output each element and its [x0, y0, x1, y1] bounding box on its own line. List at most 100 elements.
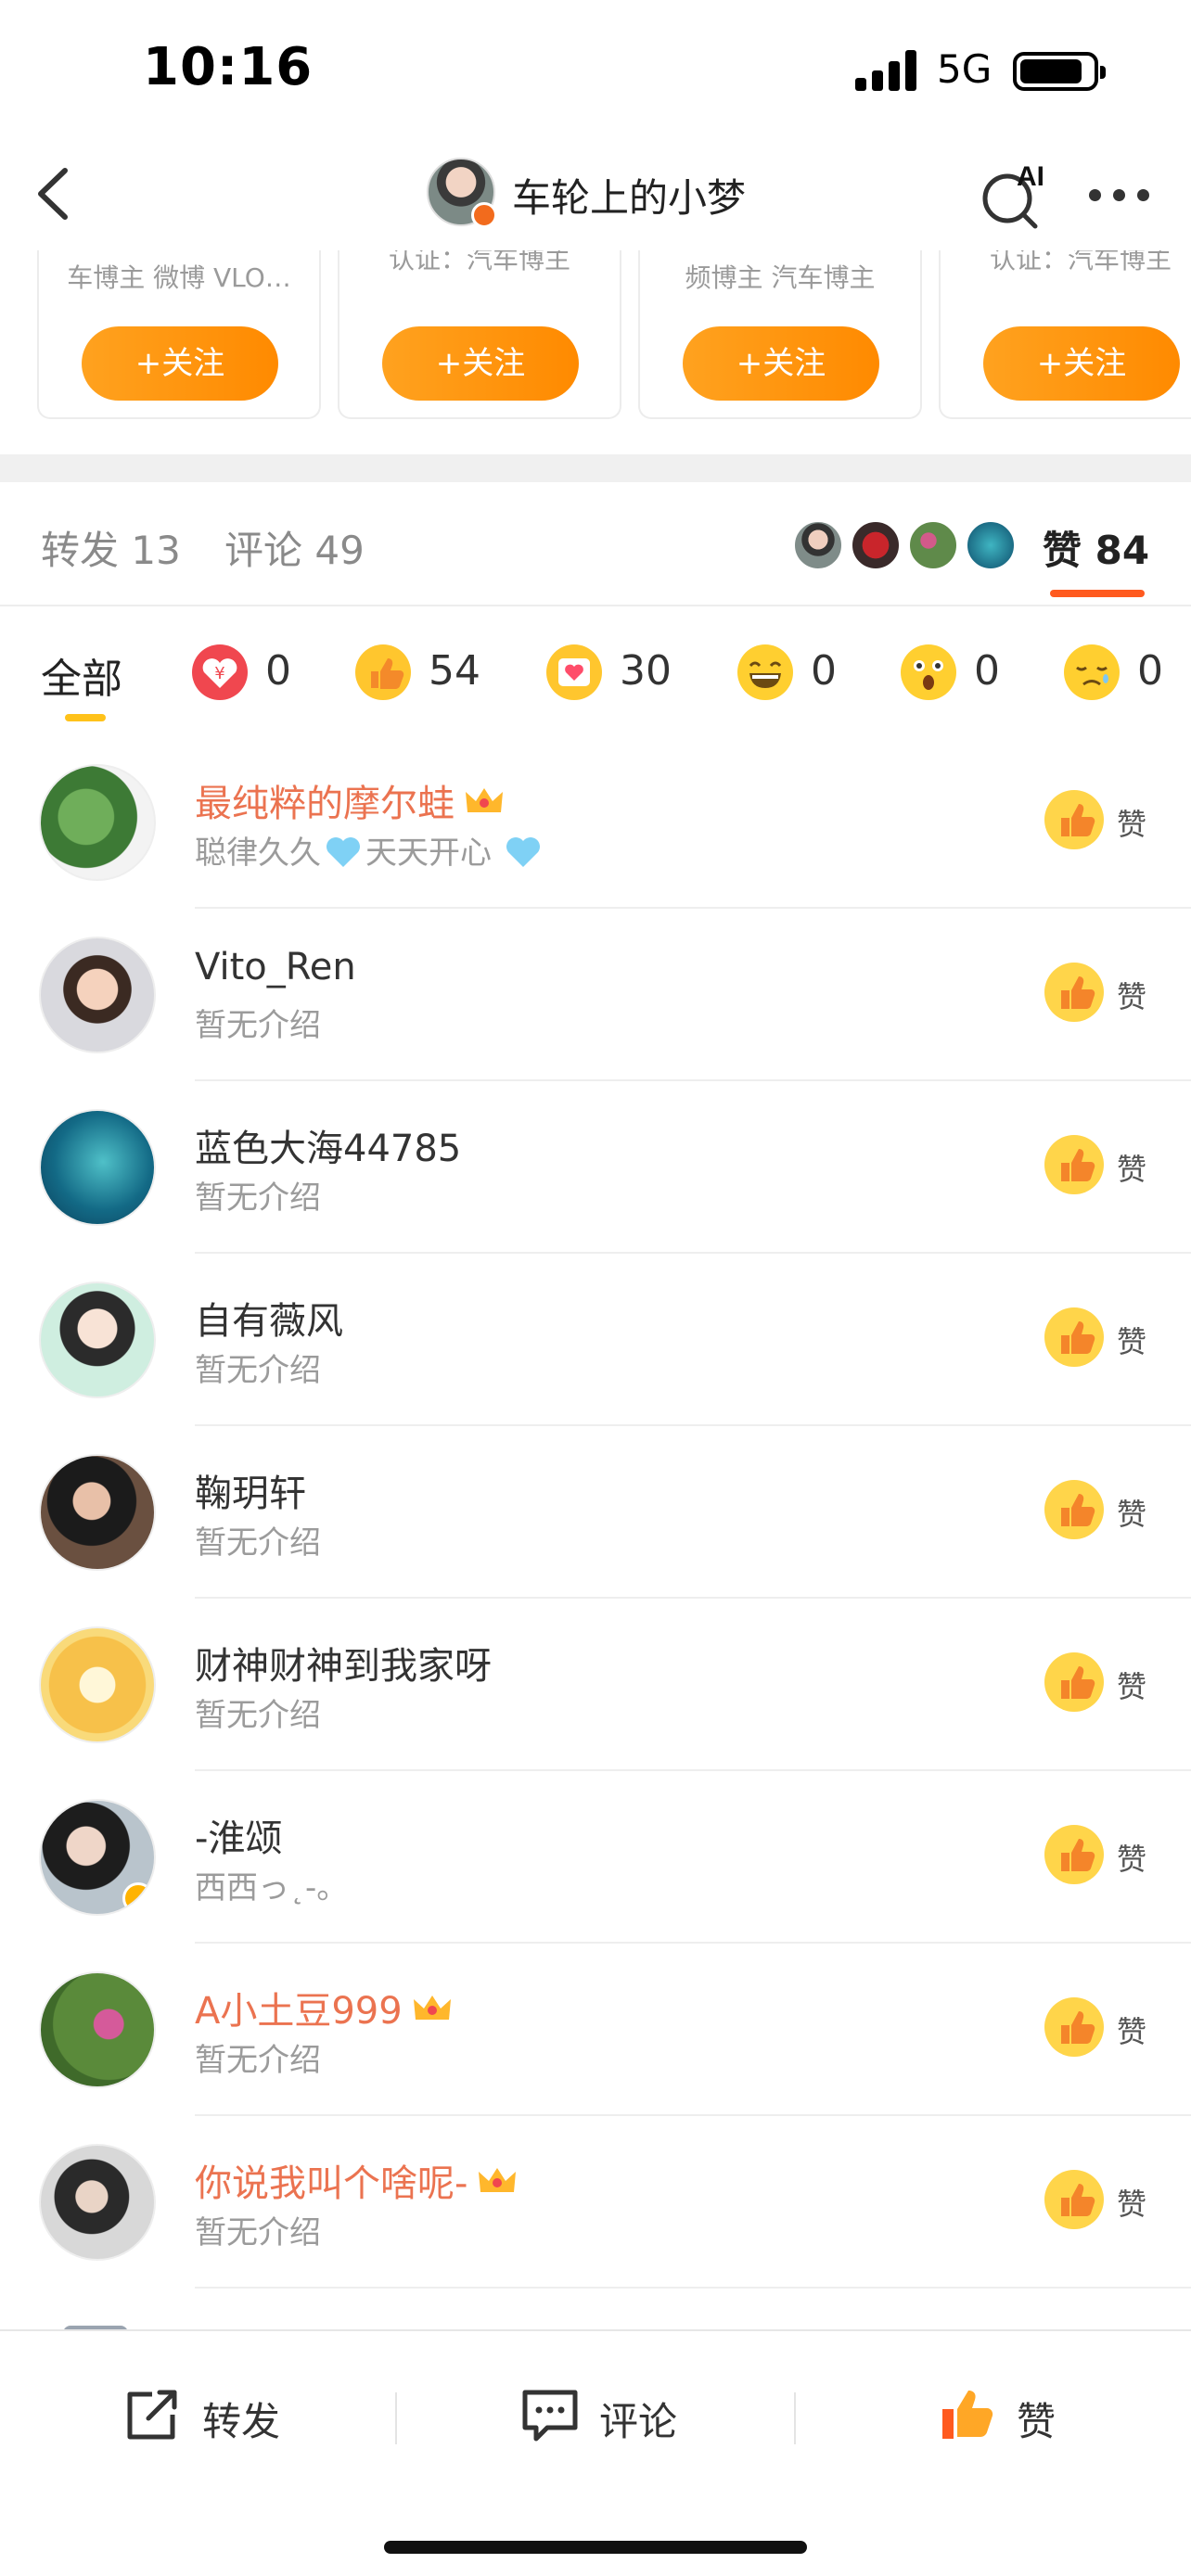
recommended-user-card[interactable]: 认证：汽车博主 +关注 [338, 250, 621, 419]
reaction-count: 0 [265, 647, 291, 695]
follow-button[interactable]: +关注 [683, 326, 879, 401]
avatar[interactable] [39, 1799, 156, 1916]
follow-button[interactable]: +关注 [82, 326, 278, 401]
like-button[interactable]: 赞 [1044, 1652, 1165, 1717]
battery-icon [1013, 52, 1106, 91]
blue-heart-icon [506, 837, 540, 867]
tab-repost[interactable]: 转发 13 [41, 519, 181, 576]
thumbs-up-icon [942, 2391, 993, 2439]
like-button[interactable]: 赞 [1044, 1825, 1165, 1890]
like-label: 赞 [1117, 1324, 1147, 1359]
blue-heart-icon [327, 837, 360, 867]
user-name[interactable]: 自有薇风 [195, 1291, 343, 1345]
recommended-user-card[interactable]: 认证：汽车博主 +关注 [939, 250, 1191, 419]
reaction-count: 54 [429, 647, 480, 695]
list-item[interactable]: 你说我叫个啥呢- 暂无介绍 赞 [0, 2116, 1191, 2289]
like-button[interactable]: 赞 [1044, 2170, 1165, 2235]
avatar[interactable] [39, 1626, 156, 1743]
reaction-all-underline [65, 714, 106, 721]
reaction-count: 0 [1137, 647, 1163, 695]
avatar[interactable] [39, 1282, 156, 1398]
reaction-count: 0 [974, 647, 1000, 695]
tab-like[interactable]: 赞 84 [1043, 519, 1149, 576]
like-button[interactable]: 赞 [1044, 1135, 1165, 1200]
list-item[interactable]: 自有薇风 暂无介绍 赞 [0, 1254, 1191, 1426]
recommended-user-card[interactable]: 车博主 微博 VLO… +关注 [37, 250, 321, 419]
svg-text:¥: ¥ [214, 664, 224, 683]
liker-avatar [792, 519, 844, 571]
status-bar: 10:16 5G [0, 0, 1191, 139]
list-item[interactable]: 最纯粹的摩尔蛙 聪律久久 天天开心 赞 [0, 736, 1191, 909]
liker-avatar [850, 519, 902, 571]
home-indicator [384, 2541, 807, 2554]
like-button[interactable]: 赞 [1044, 790, 1165, 855]
thumbs-up-icon [1044, 1997, 1104, 2057]
thumbs-up-icon [355, 644, 411, 700]
recommended-users-strip: 车博主 微博 VLO… +关注 认证：汽车博主 +关注 频博主 汽车博主 +关注… [0, 250, 1191, 422]
follow-button[interactable]: +关注 [382, 326, 579, 401]
user-name[interactable]: 你说我叫个啥呢- [195, 2153, 518, 2207]
list-item[interactable]: 鞠玥轩 暂无介绍 赞 [0, 1426, 1191, 1599]
card-description: 频博主 汽车博主 [685, 262, 876, 293]
recommended-user-card[interactable]: 频博主 汽车博主 +关注 [638, 250, 922, 419]
follow-button[interactable]: +关注 [983, 326, 1180, 401]
like-label: 赞 [1117, 1669, 1147, 1704]
tab-like-underline [1050, 590, 1145, 597]
user-name[interactable]: A小土豆999 [195, 1981, 453, 2034]
thumbs-up-icon [1044, 1135, 1104, 1194]
page-title[interactable]: 车轮上的小梦 [512, 167, 746, 223]
list-item[interactable]: -淮颂 西西っ˛-。 赞 [0, 1771, 1191, 1944]
like-label: 赞 [1117, 2187, 1147, 2222]
like-label: 赞 [1117, 807, 1147, 842]
reaction-filter-row: 全部 ¥ 0 54 30 0 0 0 [0, 606, 1191, 736]
reaction-filter-all[interactable]: 全部 [41, 645, 122, 705]
avatar[interactable] [39, 937, 156, 1053]
tab-comment[interactable]: 评论 49 [224, 519, 365, 576]
more-options-icon[interactable] [1089, 185, 1150, 204]
back-arrow-icon[interactable] [32, 163, 87, 224]
user-bio-part: 聪律久久 [195, 835, 321, 872]
user-name[interactable]: 鞠玥轩 [195, 1463, 306, 1517]
user-name[interactable]: 蓝色大海44785 [195, 1118, 461, 1172]
avatar[interactable] [39, 1109, 156, 1226]
signal-strength-icon [855, 48, 918, 91]
avatar[interactable] [39, 764, 156, 881]
bar-divider [794, 2392, 796, 2444]
user-name-text: 最纯粹的摩尔蛙 [195, 783, 455, 825]
nav-bar: 车轮上的小梦 AI [0, 139, 1191, 250]
avatar[interactable] [39, 1454, 156, 1571]
card-description: 车博主 微博 VLO… [67, 262, 291, 293]
avatar[interactable] [39, 2144, 156, 2261]
thumbs-up-icon [1044, 1480, 1104, 1539]
list-divider [195, 2287, 1191, 2289]
list-item[interactable]: 蓝色大海44785 暂无介绍 赞 [0, 1081, 1191, 1254]
section-divider [0, 454, 1191, 482]
user-bio: 暂无介绍 [195, 1697, 321, 1734]
author-avatar[interactable] [427, 158, 497, 228]
like-button[interactable]: 赞 [1044, 963, 1165, 1027]
user-name[interactable]: -淮颂 [195, 1808, 282, 1862]
liker-avatar [907, 519, 959, 571]
user-name[interactable]: Vito_Ren [195, 946, 356, 988]
user-name-text: A小土豆999 [195, 1990, 403, 2033]
thumbs-up-icon [1044, 790, 1104, 849]
user-name[interactable]: 财神财神到我家呀 [195, 1636, 492, 1690]
sad-face-icon [1064, 644, 1120, 700]
like-button[interactable]: 赞 [1044, 1997, 1165, 2062]
list-item[interactable]: 财神财神到我家呀 暂无介绍 赞 [0, 1599, 1191, 1771]
like-button[interactable]: 赞 [1044, 1307, 1165, 1372]
verified-badge-icon [122, 1882, 154, 1914]
thumbs-up-icon [1044, 2170, 1104, 2229]
list-item[interactable]: A小土豆999 暂无介绍 赞 [0, 1944, 1191, 2116]
user-name[interactable]: 最纯粹的摩尔蛙 [195, 773, 505, 827]
like-button[interactable]: 赞 [1044, 1480, 1165, 1545]
reaction-count: 30 [620, 647, 672, 695]
like-label: 赞 [1117, 1152, 1147, 1187]
vip-crown-icon [466, 788, 503, 812]
list-item[interactable]: Vito_Ren 暂无介绍 赞 [0, 909, 1191, 1081]
avatar[interactable] [39, 1971, 156, 2088]
ai-search-icon[interactable]: AI [976, 158, 1050, 232]
thumbs-up-icon [1044, 963, 1104, 1022]
heart-icon [546, 644, 602, 700]
vip-crown-icon [479, 2168, 517, 2192]
